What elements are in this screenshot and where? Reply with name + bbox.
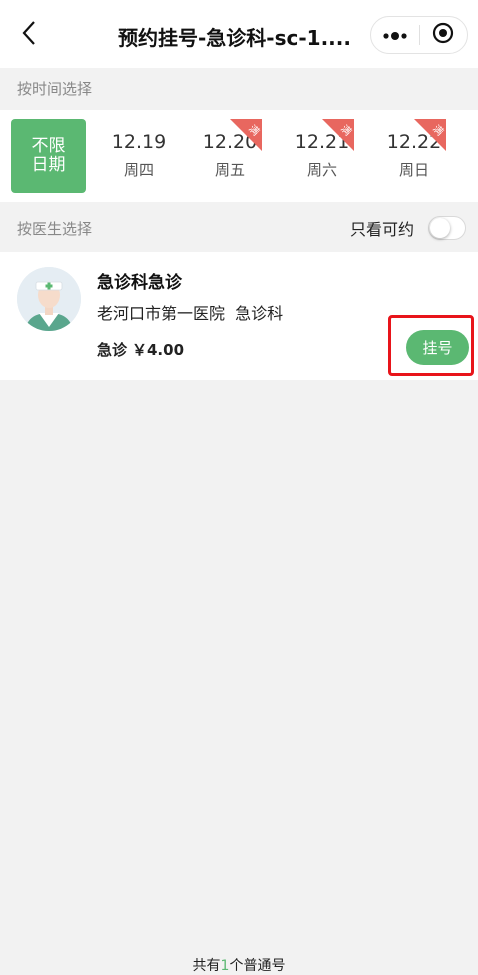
footer-suffix: 个普通号: [229, 958, 286, 974]
date-text: 12.19: [111, 131, 167, 153]
weekday-text: 周日: [398, 161, 429, 179]
date-item-12-20[interactable]: 12.20 周五 满: [190, 119, 270, 193]
weekday-text: 周五: [214, 161, 245, 179]
target-circle-icon: [432, 22, 454, 48]
page-title: 预约挂号-急诊科-sc-1....: [118, 26, 351, 50]
date-item-12-19[interactable]: 12.19 周四: [99, 119, 179, 193]
weekday-text: 周六: [306, 161, 337, 179]
footer-summary: 共有1个普通号: [0, 955, 478, 975]
doctor-section-label: 按医生选择: [17, 220, 93, 238]
doctor-department: 老河口市第一医院 急诊科: [97, 304, 284, 323]
unlimited-date-button[interactable]: 不限 日期: [11, 119, 86, 193]
fee-value: ￥4.00: [132, 341, 185, 359]
full-badge: 满: [414, 119, 446, 151]
switch-knob: [430, 218, 450, 238]
chevron-left-icon: [21, 20, 37, 50]
doctor-avatar: [17, 267, 81, 331]
doctor-name: 急诊科急诊: [97, 273, 182, 293]
date-selector: 不限 日期 12.19 周四 12.20 周五 满 12.21 周六 满 12.…: [0, 110, 478, 202]
mini-program-capsule: [370, 16, 468, 54]
doctor-card[interactable]: 急诊科急诊 老河口市第一医院 急诊科 急诊 ￥4.00 挂号: [0, 252, 478, 380]
available-only-label: 只看可约: [349, 220, 414, 239]
book-button[interactable]: 挂号: [406, 330, 469, 365]
full-badge: 满: [230, 119, 262, 151]
close-miniprogram-button[interactable]: [420, 17, 468, 53]
date-item-12-22[interactable]: 12.22 周日 满: [374, 119, 454, 193]
back-button[interactable]: [14, 20, 44, 50]
navbar: 预约挂号-急诊科-sc-1....: [0, 0, 478, 68]
full-badge: 满: [322, 119, 354, 151]
unlimited-line1: 不限: [31, 136, 66, 156]
unlimited-line2: 日期: [31, 155, 66, 175]
footer-prefix: 共有: [192, 958, 221, 974]
more-dots-icon: [382, 26, 408, 45]
date-item-12-21[interactable]: 12.21 周六 满: [282, 119, 362, 193]
time-section-label: 按时间选择: [17, 80, 93, 98]
more-button[interactable]: [371, 17, 419, 53]
available-only-filter: 只看可约: [350, 216, 466, 240]
weekday-text: 周四: [123, 161, 154, 179]
fee-label: 急诊: [97, 341, 128, 359]
available-only-switch[interactable]: [428, 216, 466, 240]
